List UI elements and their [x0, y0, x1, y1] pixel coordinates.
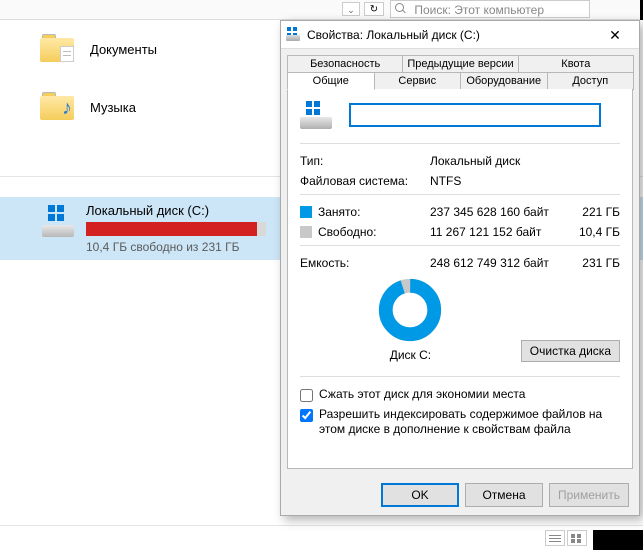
folder-icon [40, 34, 76, 64]
statusbar-divider [0, 525, 643, 526]
compress-checkbox-row[interactable]: Сжать этот диск для экономии места [300, 387, 620, 403]
tab-panel-general: Тип: Локальный диск Файловая система: NT… [287, 89, 633, 469]
index-label: Разрешить индексировать содержимое файло… [319, 407, 620, 438]
search-icon [395, 3, 407, 15]
cancel-button[interactable]: Отмена [465, 483, 543, 507]
search-placeholder: Поиск: Этот компьютер [414, 3, 544, 17]
drive-icon [285, 27, 301, 43]
free-gb: 10,4 ГБ [570, 225, 620, 239]
view-mode-switch [545, 530, 587, 546]
donut-label: Диск C: [300, 348, 521, 362]
window-edge [593, 530, 643, 550]
tab-sharing[interactable]: Доступ [547, 72, 635, 90]
dialog-titlebar[interactable]: Свойства: Локальный диск (C:) ✕ [281, 21, 639, 49]
folder-label: Музыка [90, 100, 136, 115]
tab-quota[interactable]: Квота [518, 55, 634, 73]
music-note-icon: ♪ [62, 97, 72, 120]
view-tiles-button[interactable] [567, 530, 587, 546]
compress-label: Сжать этот диск для экономии места [319, 387, 525, 403]
disk-cleanup-button[interactable]: Очистка диска [521, 340, 620, 362]
free-bytes: 11 267 121 152 байт [430, 225, 570, 239]
view-details-button[interactable] [545, 530, 565, 546]
index-checkbox[interactable] [300, 409, 313, 422]
address-dropdown-button[interactable]: ⌄ [342, 2, 360, 16]
capacity-label: Емкость: [300, 256, 430, 270]
refresh-button[interactable]: ↻ [364, 2, 384, 16]
tabs-container: Безопасность Предыдущие версии Квота Общ… [281, 49, 639, 90]
close-button[interactable]: ✕ [595, 21, 635, 49]
drive-usage-fill [86, 222, 257, 236]
tab-previous-versions[interactable]: Предыдущие версии [402, 55, 518, 73]
properties-dialog: Свойства: Локальный диск (C:) ✕ Безопасн… [280, 20, 640, 516]
used-gb: 221 ГБ [570, 205, 620, 219]
used-label: Занято: [300, 205, 430, 219]
folder-label: Документы [90, 42, 157, 57]
free-label: Свободно: [300, 225, 430, 239]
filesystem-label: Файловая система: [300, 174, 430, 188]
explorer-toolbar: ⌄ ↻ Поиск: Этот компьютер [0, 0, 643, 20]
capacity-gb: 231 ГБ [570, 256, 620, 270]
capacity-bytes: 248 612 749 312 байт [430, 256, 570, 270]
compress-checkbox[interactable] [300, 389, 313, 402]
tab-hardware[interactable]: Оборудование [460, 72, 548, 90]
search-input[interactable]: Поиск: Этот компьютер [390, 0, 590, 18]
type-label: Тип: [300, 154, 430, 168]
drive-usage-bar [86, 222, 266, 236]
volume-label-input[interactable] [350, 104, 600, 126]
dialog-title: Свойства: Локальный диск (C:) [307, 28, 595, 42]
free-color-swatch [300, 226, 312, 238]
drive-icon [300, 101, 332, 129]
tab-tools[interactable]: Сервис [374, 72, 462, 90]
used-bytes: 237 345 628 160 байт [430, 205, 570, 219]
used-color-swatch [300, 206, 312, 218]
tab-general[interactable]: Общие [287, 72, 375, 90]
tab-security[interactable]: Безопасность [287, 55, 403, 73]
apply-button[interactable]: Применить [549, 483, 629, 507]
folder-icon: ♪ [40, 92, 76, 122]
type-value: Локальный диск [430, 154, 520, 168]
usage-pie-chart [378, 278, 442, 342]
filesystem-value: NTFS [430, 174, 461, 188]
close-icon: ✕ [609, 27, 621, 43]
dialog-footer: OK Отмена Применить [281, 475, 639, 515]
drive-icon [40, 203, 76, 239]
ok-button[interactable]: OK [381, 483, 459, 507]
index-checkbox-row[interactable]: Разрешить индексировать содержимое файло… [300, 407, 620, 438]
